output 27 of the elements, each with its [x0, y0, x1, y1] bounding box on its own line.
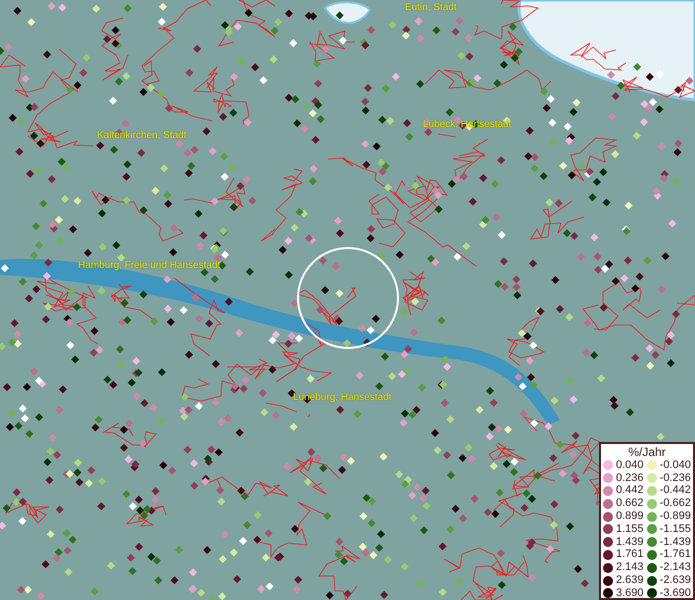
legend-value: 2.143 [616, 562, 644, 574]
legend-value: 0.442 [616, 485, 644, 496]
legend-value: -0.040 [660, 460, 691, 471]
place-label: Eutin, Stadt [405, 3, 457, 13]
legend-value: 3.690 [616, 588, 644, 599]
legend-value: 0.040 [616, 460, 644, 471]
legend-value: -0.236 [660, 472, 691, 484]
legend-value: -3.690 [660, 588, 691, 599]
legend-value: 1.761 [616, 549, 644, 560]
legend-value: 1.439 [616, 536, 644, 548]
legend-value: -1.155 [660, 524, 691, 535]
legend-value: 2.639 [616, 575, 644, 586]
legend-value: 0.899 [616, 511, 644, 522]
place-label: Hamburg, Freie und Hansestadt [78, 261, 220, 271]
legend-title: %/Jahr [627, 445, 667, 459]
legend-value: -0.899 [660, 511, 691, 522]
lake-drawing [324, 1, 371, 24]
legend-value: 0.236 [616, 472, 644, 484]
legend-value: -2.639 [660, 575, 691, 586]
legend-value: -0.662 [660, 498, 691, 510]
legend-value: -1.761 [660, 549, 691, 560]
legend-value: -0.442 [660, 485, 691, 496]
legend-value: 0.662 [616, 498, 644, 510]
legend-value: -2.143 [660, 562, 691, 574]
legend-value: -1.439 [660, 536, 691, 548]
legend-value: 1.155 [616, 524, 644, 535]
place-label: Kaltenkirchen, Stadt [97, 131, 186, 141]
